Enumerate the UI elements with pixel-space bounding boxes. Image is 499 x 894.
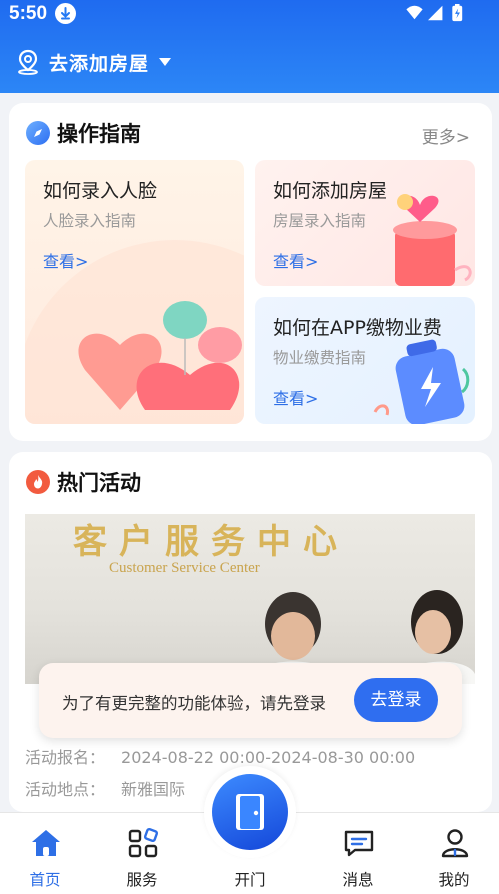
status-icons [406, 4, 463, 22]
location-info-value: 新雅国际 [121, 780, 186, 799]
fire-icon [26, 470, 50, 494]
guide-tile-face[interactable]: 如何录入人脸 人脸录入指南 查看> [25, 160, 244, 424]
status-bar: 5:50 [0, 0, 499, 28]
wifi-icon [406, 5, 423, 20]
nav-message-label: 消息 [342, 871, 374, 889]
home-icon [32, 830, 60, 856]
app-header: 5:50 去添加房屋 [0, 0, 499, 93]
people-illustration [245, 590, 475, 684]
location-label: 去添加房屋 [49, 52, 150, 75]
signup-row: 活动报名： 2024-08-22 00:00-2024-08-30 00:00 [25, 744, 415, 768]
status-time: 5:50 [9, 3, 48, 24]
login-prompt-text: 为了有更完整的功能体验，请先登录 [62, 694, 326, 713]
signal-icon [428, 5, 443, 21]
compass-icon [26, 121, 50, 145]
tile-subtitle: 物业缴费指南 [273, 349, 367, 367]
tile-subtitle: 房屋录入指南 [273, 212, 367, 230]
nav-service-label: 服务 [126, 871, 158, 889]
guide-tile-house[interactable]: 如何添加房屋 房屋录入指南 查看> [255, 160, 475, 286]
tile-view-link[interactable]: 查看> [273, 385, 318, 409]
message-icon [344, 830, 374, 857]
nav-home[interactable]: 首页 [5, 813, 85, 894]
tile-title: 如何在APP缴物业费 [273, 317, 442, 339]
tile-subtitle: 人脸录入指南 [43, 212, 137, 230]
login-prompt: 为了有更完整的功能体验，请先登录 去登录 [39, 663, 462, 738]
door-icon [236, 794, 264, 830]
download-icon [55, 3, 76, 24]
nav-service[interactable]: 服务 [102, 813, 182, 894]
guide-card: 操作指南 更多> 如何录入人脸 人脸录入指南 查看> 如何添加房屋 房屋录入指南… [9, 103, 492, 441]
location-pin-icon [18, 49, 38, 75]
tile-title: 如何添加房屋 [273, 180, 388, 202]
location-info-row: 活动地点： 新雅国际 [25, 776, 185, 800]
guide-title: 操作指南 [57, 122, 141, 146]
login-button[interactable]: 去登录 [354, 678, 438, 722]
location-selector[interactable]: 去添加房屋 [16, 48, 172, 76]
nav-message[interactable]: 消息 [318, 813, 398, 894]
location-info-label: 活动地点： [25, 780, 106, 799]
user-icon [441, 829, 469, 858]
nav-door-label: 开门 [234, 871, 266, 889]
guide-tile-fee[interactable]: 如何在APP缴物业费 物业缴费指南 查看> [255, 297, 475, 424]
tile-title: 如何录入人脸 [43, 180, 158, 202]
nav-mine[interactable]: 我的 [414, 813, 494, 894]
open-door-button[interactable] [212, 774, 288, 850]
activity-card: 热门活动 客户服务中心 Customer Service Center 活动报名… [9, 452, 492, 812]
activity-title: 热门活动 [57, 471, 141, 495]
caret-down-icon [159, 58, 172, 66]
nav-home-label: 首页 [29, 871, 61, 889]
door-button-wrap [204, 766, 296, 858]
more-link[interactable]: 更多> [422, 123, 470, 148]
tile-view-link[interactable]: 查看> [273, 248, 318, 272]
grid-icon [128, 827, 159, 858]
nav-mine-label: 我的 [438, 871, 470, 889]
signup-label: 活动报名： [25, 748, 106, 767]
activity-photo[interactable]: 客户服务中心 Customer Service Center [25, 514, 475, 684]
signup-value: 2024-08-22 00:00-2024-08-30 00:00 [121, 748, 416, 767]
tile-view-link[interactable]: 查看> [43, 248, 88, 272]
